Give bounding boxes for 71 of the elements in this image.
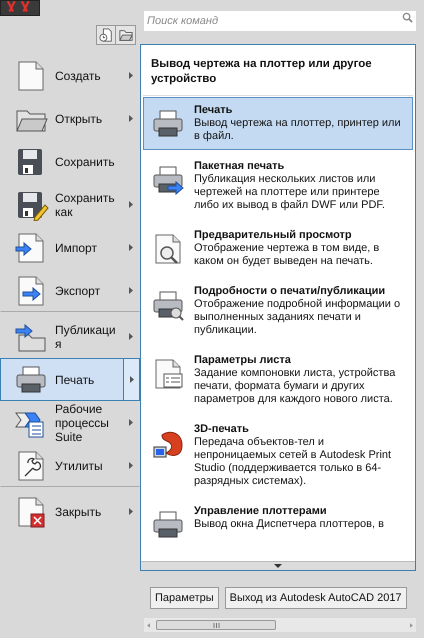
menu-label: Публикаци я xyxy=(55,322,117,350)
caret-right-icon xyxy=(129,115,134,122)
menu-label: Рабочие процессы Suite xyxy=(55,402,110,444)
caret-left-icon xyxy=(147,622,150,628)
menu-item[interactable]: Публикаци я xyxy=(0,315,140,358)
caret-right-icon xyxy=(129,287,134,294)
menu-item[interactable]: Закрыть xyxy=(0,490,140,533)
grip-icon xyxy=(212,622,220,628)
caret-right-icon xyxy=(130,376,134,383)
menu-label: Сохранить xyxy=(55,154,116,168)
menu-label: Сохранить как xyxy=(55,190,116,218)
caret-down-icon xyxy=(274,564,282,568)
footer-button[interactable]: Выход из Autodesk AutoCAD 2017 xyxy=(224,587,407,609)
command-description: Передача объектов-тел и непроницаемых сетей в Autodesk Print Studio (поддерживается только в 64-разрядных системах). xyxy=(194,436,392,488)
menu-label: Утилиты xyxy=(55,458,104,472)
menu-item[interactable]: Рабочие процессы Suite xyxy=(0,401,140,444)
command-title: Параметры листа xyxy=(194,354,292,367)
command-item[interactable]: 3D-печать Передача объектов-тел и непроницаемых сетей в Autodesk Print Studio (поддерживается только в 64-разрядных системах). xyxy=(143,416,413,495)
command-description: Отображение подробной информации о выполненных заданиях печати и публикации. xyxy=(194,298,402,337)
menu-label: Экспорт xyxy=(55,284,102,298)
caret-right-icon xyxy=(129,244,134,251)
search-icon xyxy=(402,12,413,23)
command-item[interactable]: Предварительный просмотр Отображение чертежа в том виде, в каком он будет выведен на печать. xyxy=(143,222,413,275)
printer-magnifier-icon xyxy=(152,289,184,321)
menu-label: Открыть xyxy=(55,112,104,126)
menu-item[interactable]: Создать xyxy=(0,54,140,97)
footer-button[interactable]: Параметры xyxy=(150,587,219,609)
caret-right-icon xyxy=(129,419,134,426)
command-item[interactable]: Печать Вывод чертежа на плоттер, принтер или в файл. xyxy=(143,97,413,150)
caret-right-icon xyxy=(410,622,413,628)
command-item[interactable]: Пакетная печать Публикация нескольких листов или чертежей на плоттере или принтере либо их вывод в файл DWF или PDF. xyxy=(143,153,413,219)
command-description: Отображение чертежа в том виде, в каком он будет выведен на печать. xyxy=(194,242,380,268)
command-title: Подробности о печати/публикации xyxy=(194,285,386,298)
recent-documents-button[interactable] xyxy=(96,25,116,45)
command-title: Пакетная печать xyxy=(194,160,286,173)
menu-label: Импорт xyxy=(55,240,98,254)
clock-page-icon xyxy=(99,28,113,42)
app-logo-icon[interactable] xyxy=(0,0,40,16)
command-description: Публикация нескольких листов или чертежей на плоттере или принтере либо их вывод в файл DWF или PDF. xyxy=(194,173,386,212)
command-item[interactable]: Управление плоттерами Вывод окна Диспетчера плоттеров, в xyxy=(143,498,413,548)
command-description: Вывод чертежа на плоттер, принтер или в файл. xyxy=(194,117,402,143)
menu-label: Печать xyxy=(55,372,96,386)
panel-title: Вывод чертежа на плоттер или другое устройство xyxy=(143,45,413,96)
caret-right-icon xyxy=(129,333,134,340)
command-title: Печать xyxy=(194,104,234,117)
caret-right-icon xyxy=(129,462,134,469)
folder-icon xyxy=(118,28,132,42)
menu-item[interactable]: Печать xyxy=(0,358,140,401)
caret-right-icon xyxy=(129,508,134,515)
command-title: Управление плоттерами xyxy=(194,505,328,518)
menu-item[interactable]: Сохранить xyxy=(0,140,140,183)
menu-item[interactable]: Экспорт xyxy=(0,269,140,312)
caret-right-icon xyxy=(129,72,134,79)
command-item[interactable]: Подробности о печати/публикации Отображение подробной информации о выполненных заданиях печати и публикации. xyxy=(143,278,413,344)
caret-right-icon xyxy=(129,201,134,208)
command-item[interactable]: Параметры листа Задание компоновки листа, устройства печати, формата бумаги и других параметров для каждого нового листа. xyxy=(143,347,413,413)
menu-item[interactable]: Утилиты xyxy=(0,444,140,487)
search-field[interactable]: Поиск команд xyxy=(144,11,416,31)
menu-item[interactable]: Импорт xyxy=(0,226,140,269)
menu-item[interactable]: Сохранить как xyxy=(0,183,140,226)
command-title: 3D-печать xyxy=(194,423,250,436)
scrollbar-thumb[interactable] xyxy=(156,620,276,630)
horizontal-scrollbar[interactable] xyxy=(144,618,416,632)
menu-label: Закрыть xyxy=(55,504,102,518)
command-description: Вывод окна Диспетчера плоттеров, в xyxy=(194,518,384,531)
open-documents-button[interactable] xyxy=(116,25,136,45)
menu-item[interactable]: Открыть xyxy=(0,97,140,140)
command-description: Задание компоновки листа, устройства печати, формата бумаги и других параметров для каждого нового листа. xyxy=(194,367,396,406)
command-title: Предварительный просмотр xyxy=(194,229,353,242)
printer-arrow-icon xyxy=(152,164,184,196)
menu-label: Создать xyxy=(55,68,102,82)
